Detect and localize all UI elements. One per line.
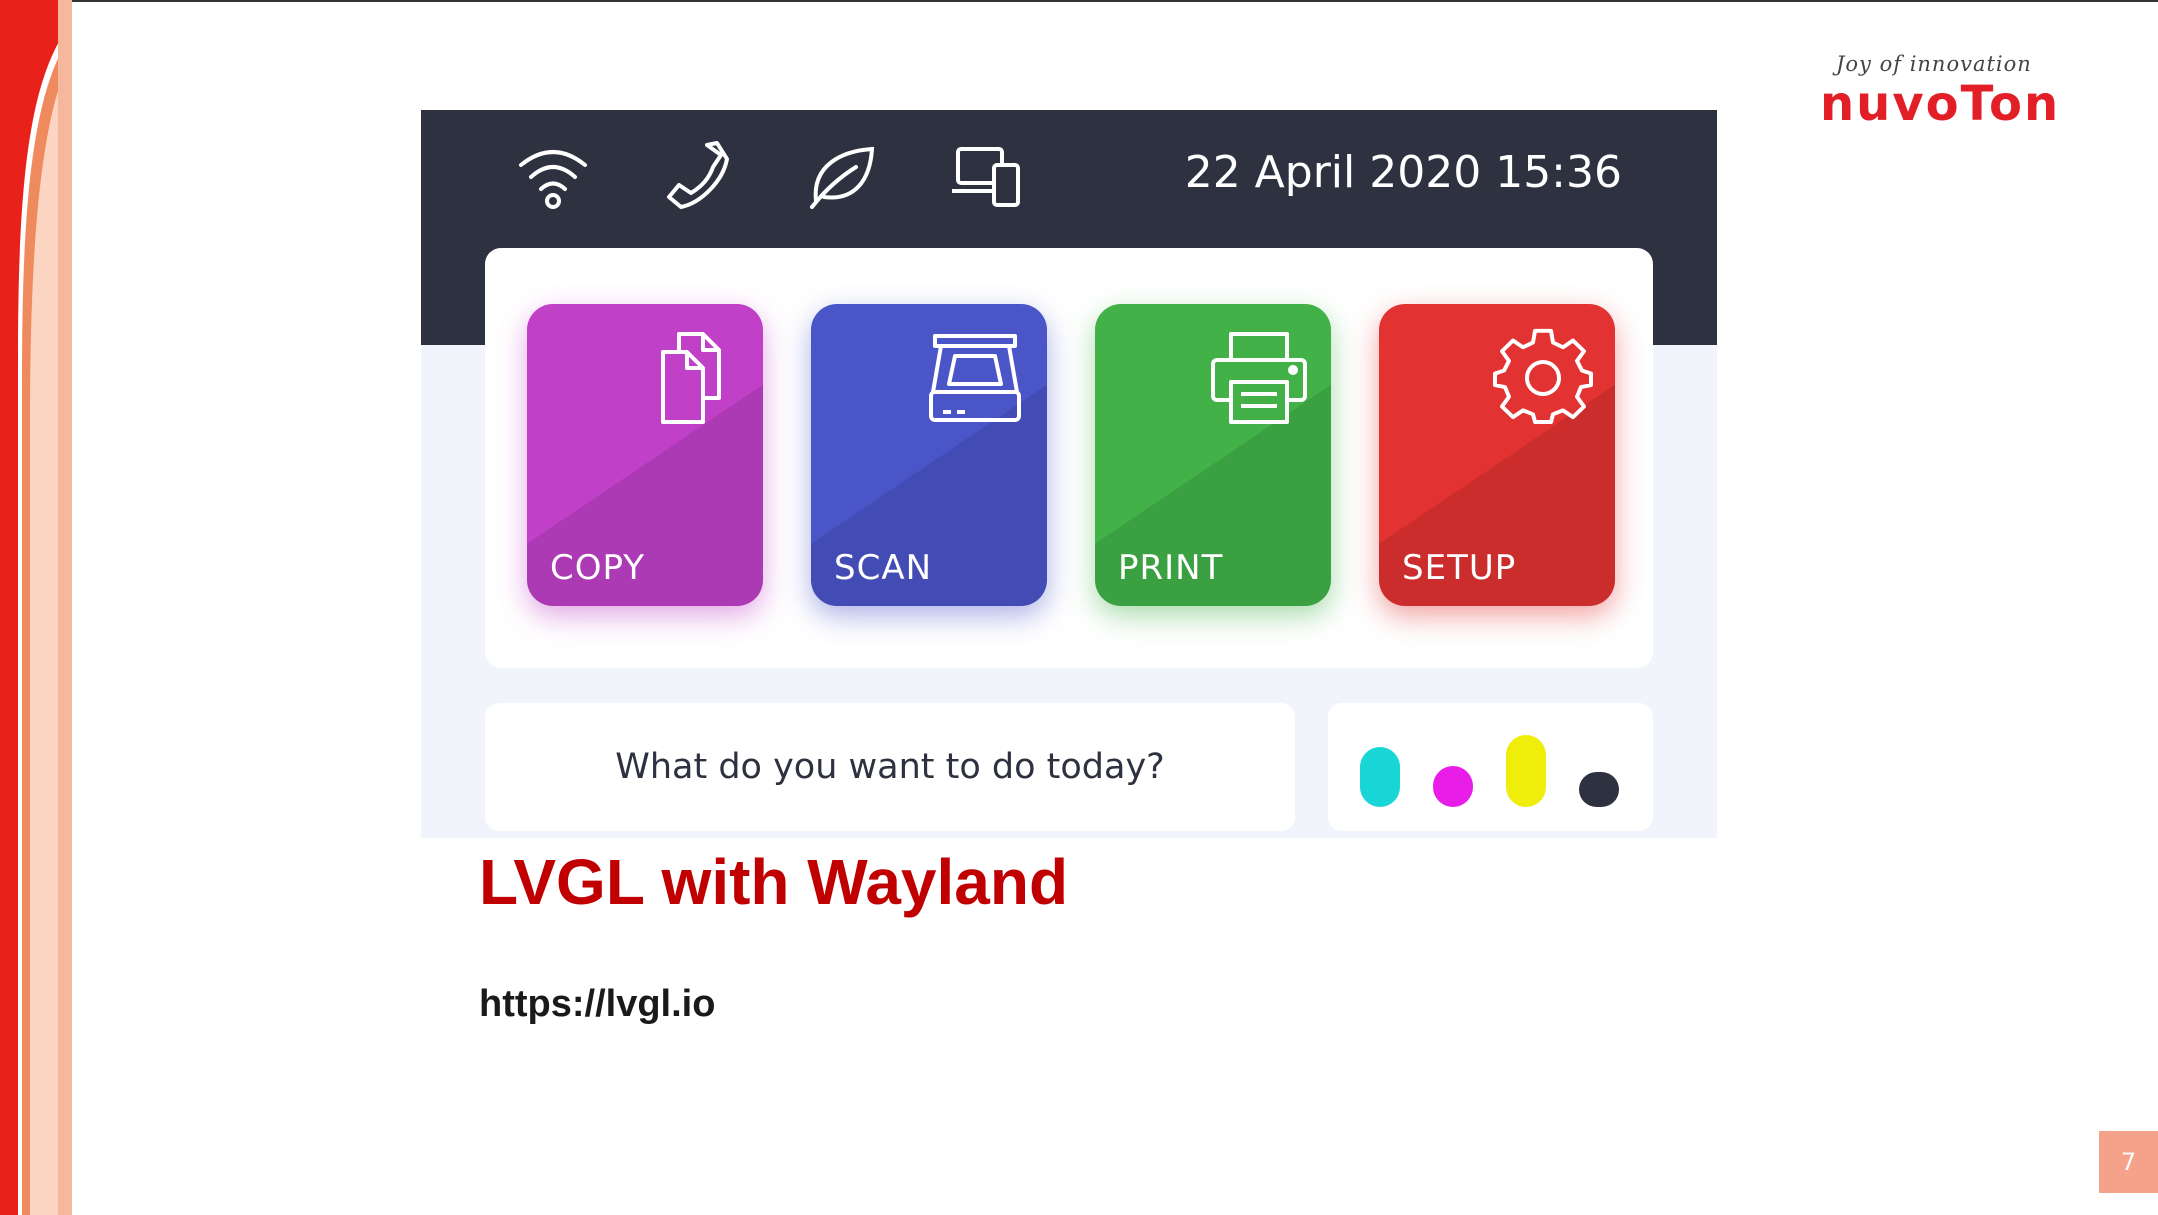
menu-panel: COPY SCAN PRINT SETUP (485, 248, 1653, 668)
logo-wordmark: nuvoTon (1820, 76, 2061, 132)
prompt-panel: What do you want to do today? (485, 703, 1295, 831)
ink-yellow-level (1506, 735, 1546, 807)
ink-cyan-level (1360, 747, 1400, 807)
nuvoton-logo: Joy of innovation nuvoTon (1820, 50, 2100, 132)
printer-icon (1209, 328, 1309, 428)
scan-label: SCAN (834, 548, 933, 588)
leaf-icon[interactable] (802, 135, 882, 215)
copy-icon (641, 328, 741, 428)
copy-label: COPY (550, 548, 646, 588)
scanner-icon (925, 328, 1025, 428)
left-decoration-stripes (0, 0, 72, 1215)
phone-icon[interactable] (657, 135, 737, 215)
printer-ui-screenshot: 22 April 2020 15:36 COPY SCAN PRINT SETU… (421, 110, 1717, 838)
date-time: 22 April 2020 15:36 (1184, 147, 1622, 198)
print-label: PRINT (1118, 548, 1224, 588)
setup-button[interactable]: SETUP (1379, 304, 1615, 606)
logo-tagline: Joy of innovation (1836, 52, 2032, 76)
scan-button[interactable]: SCAN (811, 304, 1047, 606)
setup-label: SETUP (1402, 548, 1517, 588)
print-button[interactable]: PRINT (1095, 304, 1331, 606)
slide-title: LVGL with Wayland (479, 846, 1069, 918)
top-border-line (0, 0, 2158, 2)
copy-button[interactable]: COPY (527, 304, 763, 606)
wifi-icon[interactable] (513, 135, 593, 215)
gear-icon (1493, 328, 1593, 428)
ink-levels-panel[interactable] (1328, 703, 1653, 831)
lvgl-link[interactable]: https://lvgl.io (479, 983, 715, 1026)
page-number: 7 (2099, 1131, 2158, 1193)
ink-black-level (1579, 772, 1619, 807)
prompt-text: What do you want to do today? (615, 747, 1165, 787)
slide: Joy of innovation nuvoTon 22 April 2020 … (0, 0, 2158, 1215)
ink-magenta-level (1433, 766, 1473, 807)
devices-icon[interactable] (948, 135, 1028, 215)
